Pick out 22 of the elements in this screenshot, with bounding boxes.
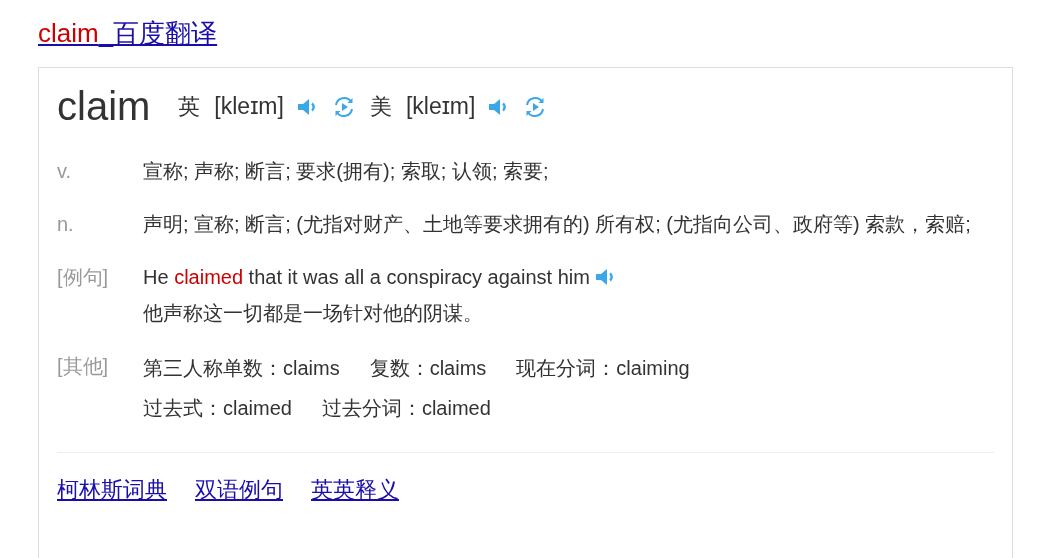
region-label: 美 — [369, 92, 392, 121]
dictionary-link[interactable]: 柯林斯词典 — [57, 475, 167, 505]
dictionary-link[interactable]: 双语例句 — [195, 475, 283, 505]
word-form: 第三人称单数：claims — [143, 356, 340, 381]
definition-text: 宣称; 声称; 断言; 要求(拥有); 索取; 认领; 索要; — [143, 159, 550, 184]
speaker-icon[interactable] — [593, 266, 616, 288]
headword: claim — [57, 84, 151, 129]
phonetic: [kleɪm] — [214, 93, 284, 120]
word-form: 过去式：claimed — [143, 396, 292, 421]
definition-text: 声明; 宣称; 断言; (尤指对财产、土地等要求拥有的) 所有权; (尤指向公司、政府等) 索款，索赔; — [143, 212, 972, 237]
region-label: 英 — [178, 92, 201, 121]
dictionary-link[interactable]: 英英释义 — [311, 475, 399, 505]
example-translation: 他声称这一切都是一场针对他的阴谋。 — [143, 301, 484, 326]
part-of-speech-label: n. — [57, 212, 75, 237]
word-form: 复数：claims — [369, 356, 487, 381]
word-form: 过去分词：claimed — [321, 396, 491, 421]
part-of-speech-label: [其他] — [57, 354, 110, 379]
word-form: 现在分词：claiming — [516, 356, 690, 381]
part-of-speech-label: [例句] — [57, 265, 110, 290]
phonetic: [kleɪm] — [405, 93, 476, 120]
part-of-speech-label: v. — [57, 159, 73, 184]
example-sentence: He claimed that it was all a conspiracy against him — [143, 265, 590, 290]
